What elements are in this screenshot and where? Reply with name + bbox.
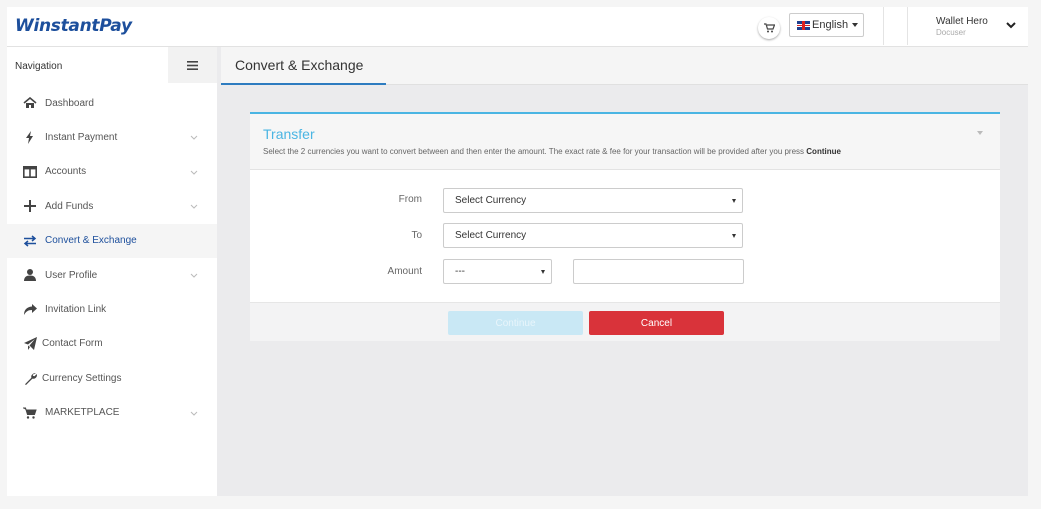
sidebar-item-label: Instant Payment bbox=[45, 132, 118, 144]
select-arrow-icon bbox=[732, 234, 736, 238]
select-arrow-icon bbox=[541, 270, 545, 274]
sidebar-toggle-button[interactable] bbox=[168, 47, 217, 83]
menu-icon bbox=[187, 60, 198, 70]
sidebar-item-instant-payment[interactable]: Instant Payment bbox=[7, 120, 217, 154]
transfer-panel: Transfer Select the 2 currencies you wan… bbox=[250, 112, 1000, 341]
chevron-down-icon bbox=[190, 170, 198, 175]
sidebar-item-label: User Profile bbox=[45, 269, 98, 281]
user-role: Docuser bbox=[936, 28, 966, 37]
cancel-button[interactable]: Cancel bbox=[589, 311, 724, 335]
amount-label: Amount bbox=[387, 266, 422, 277]
amount-currency-value: --- bbox=[455, 266, 465, 277]
sidebar-item-label: Dashboard bbox=[45, 97, 94, 109]
sidebar-item-label: Convert & Exchange bbox=[45, 235, 137, 247]
sidebar-item-label: MARKETPLACE bbox=[45, 407, 120, 419]
sidebar-item-invitation-link[interactable]: Invitation Link bbox=[7, 292, 217, 326]
sidebar-item-label: Contact Form bbox=[42, 338, 103, 350]
sidebar-item-contact-form[interactable]: Contact Form bbox=[7, 327, 217, 361]
panel-footer: Continue Cancel bbox=[250, 302, 1000, 341]
chevron-down-icon bbox=[190, 411, 198, 416]
sidebar-item-label: Accounts bbox=[45, 166, 87, 178]
panel-description: Select the 2 currencies you want to conv… bbox=[263, 147, 841, 156]
page-title: Convert & Exchange bbox=[235, 57, 364, 73]
continue-button[interactable]: Continue bbox=[448, 311, 583, 335]
to-currency-value: Select Currency bbox=[455, 230, 527, 241]
cart-button[interactable] bbox=[758, 17, 780, 39]
from-currency-value: Select Currency bbox=[455, 195, 527, 206]
bolt-icon bbox=[22, 131, 38, 145]
sidebar-item-dashboard[interactable]: Dashboard bbox=[7, 86, 217, 120]
page-header: Convert & Exchange bbox=[221, 47, 1028, 85]
collapse-caret-icon[interactable] bbox=[977, 131, 983, 135]
app-frame: WinstantPay English Wallet Hero Docuser … bbox=[7, 7, 1028, 496]
sidebar-item-accounts[interactable]: Accounts bbox=[7, 155, 217, 189]
user-icon bbox=[22, 268, 38, 282]
cart-icon bbox=[22, 406, 38, 420]
share-icon bbox=[22, 303, 38, 317]
plus-icon bbox=[22, 199, 38, 213]
header-divider bbox=[883, 7, 884, 45]
chevron-down-icon bbox=[190, 204, 198, 209]
logo[interactable]: WinstantPay bbox=[15, 16, 132, 36]
home-icon bbox=[22, 96, 38, 110]
amount-currency-select[interactable]: --- bbox=[443, 259, 552, 284]
uk-flag-icon bbox=[797, 20, 810, 30]
sidebar-title: Navigation bbox=[15, 61, 63, 72]
columns-icon bbox=[22, 165, 38, 179]
header-divider bbox=[907, 7, 908, 45]
sidebar-item-currency-settings[interactable]: Currency Settings bbox=[7, 361, 217, 395]
language-dropdown[interactable]: English bbox=[789, 13, 864, 37]
sidebar-item-marketplace[interactable]: MARKETPLACE bbox=[7, 396, 217, 430]
sidebar-item-user-profile[interactable]: User Profile bbox=[7, 258, 217, 292]
exchange-icon bbox=[22, 234, 38, 248]
from-currency-select[interactable]: Select Currency bbox=[443, 188, 743, 213]
chevron-down-icon bbox=[190, 273, 198, 278]
sidebar-item-convert-exchange[interactable]: Convert & Exchange bbox=[7, 223, 217, 258]
to-currency-select[interactable]: Select Currency bbox=[443, 223, 743, 248]
chevron-down-icon[interactable] bbox=[1005, 19, 1017, 31]
sidebar-item-label: Add Funds bbox=[45, 200, 94, 212]
user-name[interactable]: Wallet Hero bbox=[936, 16, 988, 27]
select-arrow-icon bbox=[732, 199, 736, 203]
sidebar-item-label: Currency Settings bbox=[42, 372, 122, 384]
panel-title: Transfer bbox=[263, 126, 315, 142]
top-bar: WinstantPay English Wallet Hero Docuser bbox=[7, 7, 1028, 47]
sidebar-item-add-funds[interactable]: Add Funds bbox=[7, 189, 217, 223]
panel-description-text: Select the 2 currencies you want to conv… bbox=[263, 147, 807, 156]
sidebar: Navigation Dashboard Instant Payment Acc… bbox=[7, 47, 217, 496]
amount-input[interactable] bbox=[573, 259, 744, 284]
chevron-down-icon bbox=[190, 136, 198, 141]
sidebar-nav: Dashboard Instant Payment Accounts Add F… bbox=[7, 86, 217, 430]
panel-header: Transfer Select the 2 currencies you wan… bbox=[250, 114, 1000, 170]
sidebar-item-label: Invitation Link bbox=[45, 304, 107, 316]
paper-plane-icon bbox=[22, 337, 38, 351]
cart-icon bbox=[763, 23, 775, 33]
language-label: English bbox=[812, 19, 849, 31]
to-label: To bbox=[411, 230, 422, 241]
active-tab-indicator bbox=[221, 83, 386, 85]
caret-down-icon bbox=[852, 23, 859, 27]
wrench-icon bbox=[22, 371, 38, 385]
from-label: From bbox=[398, 194, 422, 205]
panel-description-bold: Continue bbox=[806, 147, 841, 156]
